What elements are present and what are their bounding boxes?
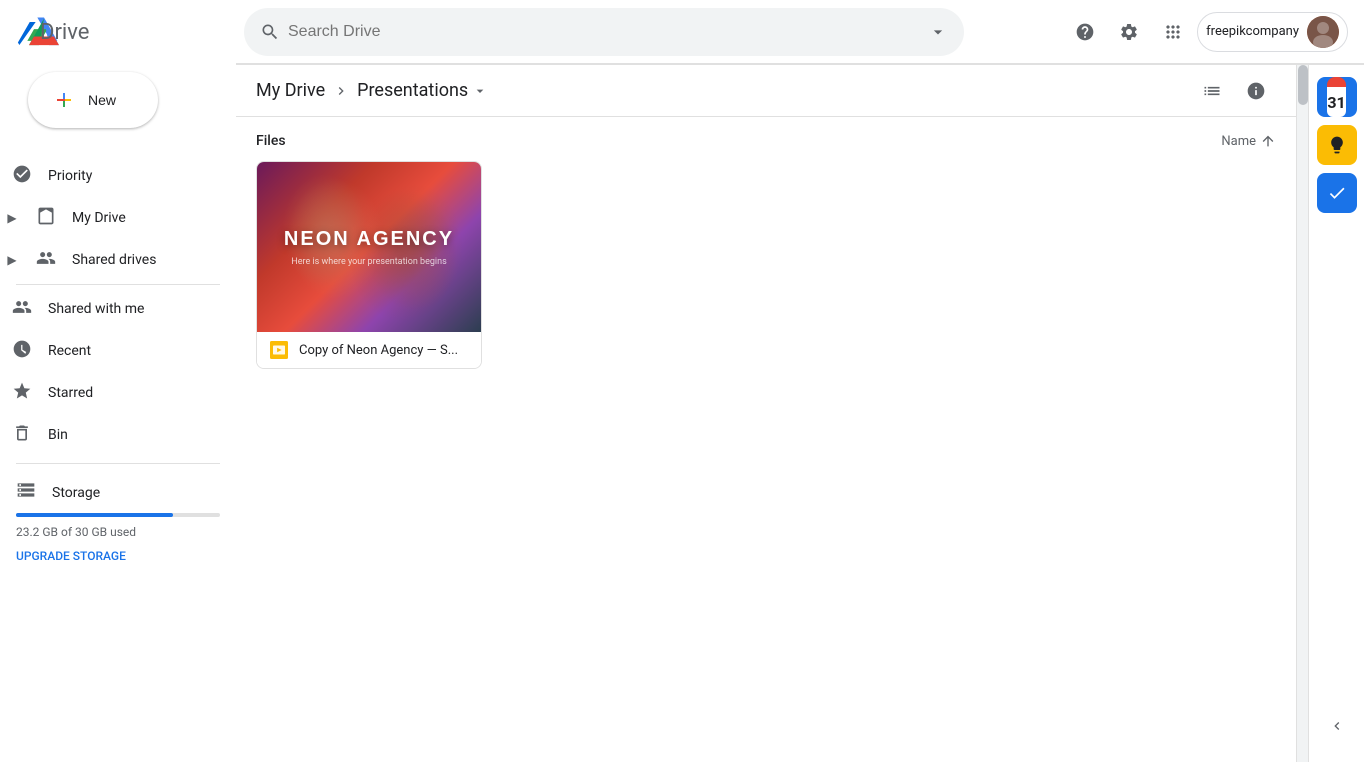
sidebar-item-starred-label: Starred [48,385,93,401]
sidebar-item-priority-label: Priority [48,168,92,184]
help-button[interactable] [1065,12,1105,52]
sort-direction-icon [1260,133,1276,149]
account-button[interactable]: freepikcompany [1197,12,1348,52]
file-title: NEON AGENCY [284,228,454,251]
right-panel: 31 [1308,65,1364,762]
scrollbar-thumb[interactable] [1298,65,1308,105]
breadcrumb-bar: My Drive Presentations [236,65,1296,117]
sidebar-item-bin-label: Bin [48,427,68,443]
info-button[interactable] [1236,71,1276,111]
breadcrumb-current-label: Presentations [357,80,468,101]
file-grid: NEON AGENCY Here is where your presentat… [256,161,1276,369]
scrollbar-area [1296,65,1308,762]
section-title: Files [256,133,286,149]
breadcrumb: My Drive Presentations [256,80,488,101]
sidebar-item-starred[interactable]: Starred [0,373,220,413]
breadcrumb-dropdown-icon [472,83,488,99]
expand-icon: ▶ [4,211,20,225]
file-subtitle: Here is where your presentation begins [291,257,446,267]
sidebar-item-recent-label: Recent [48,343,91,359]
priority-icon [12,164,32,189]
list-view-button[interactable] [1192,71,1232,111]
sidebar-item-shared-drives[interactable]: ▶ Shared drives [0,240,220,280]
search-input[interactable] [280,23,928,41]
file-thumbnail: NEON AGENCY Here is where your presentat… [257,162,481,332]
storage-icon [16,480,36,505]
sidebar-item-bin[interactable]: Bin [0,415,220,455]
sidebar-item-shared-label: Shared with me [48,301,144,317]
sidebar-item-recent[interactable]: Recent [0,331,220,371]
account-name: freepikcompany [1206,24,1299,39]
panel-expand-button[interactable] [1317,706,1357,754]
calendar-date: 31 [1327,87,1345,117]
breadcrumb-current[interactable]: Presentations [357,80,488,101]
tasks-button[interactable] [1317,173,1357,213]
sidebar-item-my-drive[interactable]: ▶ My Drive [0,198,220,238]
starred-icon [12,381,32,406]
content-header-actions [1192,71,1276,111]
calendar-button[interactable]: 31 [1317,77,1357,117]
shared-drives-icon [36,248,56,273]
sidebar-item-shared-with-me[interactable]: Shared with me [0,289,220,329]
settings-button[interactable] [1109,12,1149,52]
recent-icon [12,339,32,364]
bin-icon [12,423,32,448]
shared-with-me-icon [12,297,32,322]
search-icon [260,22,280,42]
breadcrumb-root[interactable]: My Drive [256,80,325,101]
avatar [1307,16,1339,48]
new-button-label: New [88,92,116,108]
new-button[interactable]: New [28,72,158,128]
slides-icon [269,340,289,360]
sort-control[interactable]: Name [1221,133,1276,149]
storage-label-text: Storage [52,485,100,501]
upgrade-storage-link[interactable]: UPGRADE STORAGE [16,549,126,563]
search-dropdown-icon[interactable] [928,22,948,42]
search-bar[interactable] [244,8,964,56]
my-drive-icon [36,206,56,231]
storage-used-text: 23.2 GB of 30 GB used [16,525,220,539]
apps-button[interactable] [1153,12,1193,52]
storage-section: Storage 23.2 GB of 30 GB used UPGRADE ST… [0,472,236,572]
sidebar-item-my-drive-label: My Drive [72,210,126,226]
plus-icon [52,88,76,112]
files-section: Files Name [236,117,1296,762]
sidebar-item-priority[interactable]: Priority [0,156,220,196]
sidebar-item-shared-drives-label: Shared drives [72,252,156,268]
breadcrumb-chevron-icon [333,83,349,99]
sort-label: Name [1221,134,1256,149]
keep-button[interactable] [1317,125,1357,165]
expand-icon-shared: ▶ [4,253,20,267]
file-name: Copy of Neon Agency — S... [299,343,469,358]
app-logo-text: Drive [40,20,89,45]
storage-bar-fill [16,513,173,517]
file-card[interactable]: NEON AGENCY Here is where your presentat… [256,161,482,369]
file-info: Copy of Neon Agency — S... [257,332,481,368]
storage-bar-bg [16,513,220,517]
